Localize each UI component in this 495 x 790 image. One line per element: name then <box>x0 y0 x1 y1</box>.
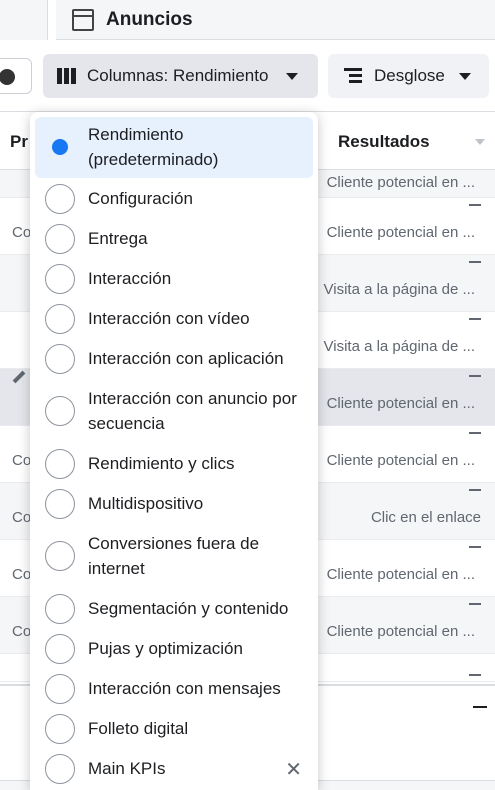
column-option-label: Interacción con aplicación <box>88 349 284 368</box>
radio-icon[interactable] <box>45 754 75 784</box>
toggle-switch[interactable] <box>0 58 32 94</box>
radio-icon[interactable] <box>45 594 75 624</box>
radio-selected-icon[interactable] <box>45 132 75 162</box>
column-option-label: Interacción con anuncio por secuencia <box>88 389 297 433</box>
radio-icon[interactable] <box>45 224 75 254</box>
column-option-label: Interacción con mensajes <box>88 679 281 698</box>
column-option-interaccion-video[interactable]: Interacción con vídeo <box>30 302 318 336</box>
left-cell: Co <box>12 224 32 241</box>
radio-icon[interactable] <box>45 714 75 744</box>
left-cell: Co <box>12 623 32 640</box>
dash-value <box>469 674 481 676</box>
result-cell: Visita a la página de ... <box>323 281 476 298</box>
column-option-rendimiento[interactable]: Rendimiento (predeterminado) <box>35 117 313 178</box>
pencil-icon[interactable] <box>12 370 26 384</box>
column-option-label: Interacción con vídeo <box>88 309 250 328</box>
radio-icon[interactable] <box>45 489 75 519</box>
result-cell: Visita a la página de ... <box>323 338 476 355</box>
chevron-down-icon <box>459 73 471 80</box>
column-option-label: Multidispositivo <box>88 494 204 513</box>
columns-button-label: Columnas: Rendimiento <box>87 66 269 85</box>
column-option-entrega[interactable]: Entrega <box>30 222 318 256</box>
dash-value <box>469 375 481 377</box>
dash-value <box>469 318 481 320</box>
dash-value <box>469 546 481 548</box>
left-cell: Co <box>12 452 32 469</box>
radio-icon[interactable] <box>45 184 75 214</box>
column-option-label: Pujas y optimización <box>88 639 243 658</box>
column-option-segmentacion[interactable]: Segmentación y contenido <box>30 592 318 626</box>
top-bar-left-column <box>0 0 48 40</box>
left-cell: Co <box>12 566 32 583</box>
result-cell: Cliente potencial en ... <box>326 566 475 583</box>
result-cell: Cliente potencial en ... <box>326 174 475 191</box>
column-option-interaccion-secuencia[interactable]: Interacción con anuncio por secuencia <box>30 382 318 440</box>
radio-icon[interactable] <box>45 634 75 664</box>
result-cell: Cliente potencial en ... <box>326 623 475 640</box>
column-option-interaccion-aplicacion[interactable]: Interacción con aplicación <box>30 342 318 376</box>
summary-dash-value <box>473 706 487 708</box>
column-header-results[interactable]: Resultados <box>338 132 430 152</box>
tab-anuncios[interactable]: Anuncios <box>56 0 495 40</box>
dash-value <box>469 489 481 491</box>
column-option-interaccion[interactable]: Interacción <box>30 262 318 296</box>
column-option-pujas[interactable]: Pujas y optimización <box>30 632 318 666</box>
chevron-down-icon <box>286 73 298 80</box>
column-option-label: Entrega <box>88 229 148 248</box>
result-cell: Cliente potencial en ... <box>326 395 475 412</box>
column-option-label: Main KPIs <box>88 759 166 778</box>
dash-value <box>469 603 481 605</box>
close-icon[interactable]: ✕ <box>285 760 302 780</box>
radio-icon[interactable] <box>45 449 75 479</box>
radio-icon[interactable] <box>45 264 75 294</box>
breakdown-button[interactable]: Desglose <box>328 54 489 98</box>
column-option-conversiones-offline[interactable]: Conversiones fuera de internet <box>30 527 318 585</box>
columns-icon <box>57 68 77 84</box>
radio-icon[interactable] <box>45 344 75 374</box>
column-option-label: Conversiones fuera de internet <box>88 534 260 578</box>
column-option-folleto[interactable]: Folleto digital <box>30 712 318 746</box>
top-bar: Anuncios <box>0 0 495 40</box>
radio-icon[interactable] <box>45 541 75 571</box>
result-cell: Cliente potencial en ... <box>326 452 475 469</box>
column-option-label: Rendimiento (predeterminado) <box>88 125 219 169</box>
column-option-configuracion[interactable]: Configuración <box>30 182 318 216</box>
column-option-mensajes[interactable]: Interacción con mensajes <box>30 672 318 706</box>
toolbar: Columnas: Rendimiento Desglose <box>0 40 495 112</box>
column-option-multidispositivo[interactable]: Multidispositivo <box>30 487 318 521</box>
columns-button[interactable]: Columnas: Rendimiento <box>43 54 318 98</box>
breakdown-icon <box>344 68 362 84</box>
column-option-label: Folleto digital <box>88 719 189 738</box>
radio-icon[interactable] <box>45 674 75 704</box>
column-option-label: Interacción <box>88 269 172 288</box>
radio-icon[interactable] <box>45 396 75 426</box>
ad-window-icon <box>72 8 94 31</box>
tab-title: Anuncios <box>106 8 193 30</box>
toggle-knob <box>0 69 15 85</box>
dash-value <box>469 204 481 206</box>
breakdown-button-label: Desglose <box>374 66 445 85</box>
dash-value <box>469 261 481 263</box>
columns-dropdown-menu: Rendimiento (predeterminado) Configuraci… <box>30 112 318 790</box>
column-option-label: Segmentación y contenido <box>88 599 289 618</box>
column-option-label: Rendimiento y clics <box>88 454 235 473</box>
sort-icon[interactable] <box>475 139 485 145</box>
radio-icon[interactable] <box>45 304 75 334</box>
column-option-main-kpis[interactable]: Main KPIs ✕ <box>30 752 318 786</box>
column-header-left[interactable]: Pr <box>10 132 28 152</box>
result-cell: Clic en el enlace <box>370 509 481 526</box>
result-cell: Cliente potencial en ... <box>326 224 475 241</box>
column-option-label: Configuración <box>88 189 193 208</box>
left-cell: Co <box>12 509 32 526</box>
dash-value <box>469 432 481 434</box>
column-option-rendimiento-clics[interactable]: Rendimiento y clics <box>30 447 318 481</box>
